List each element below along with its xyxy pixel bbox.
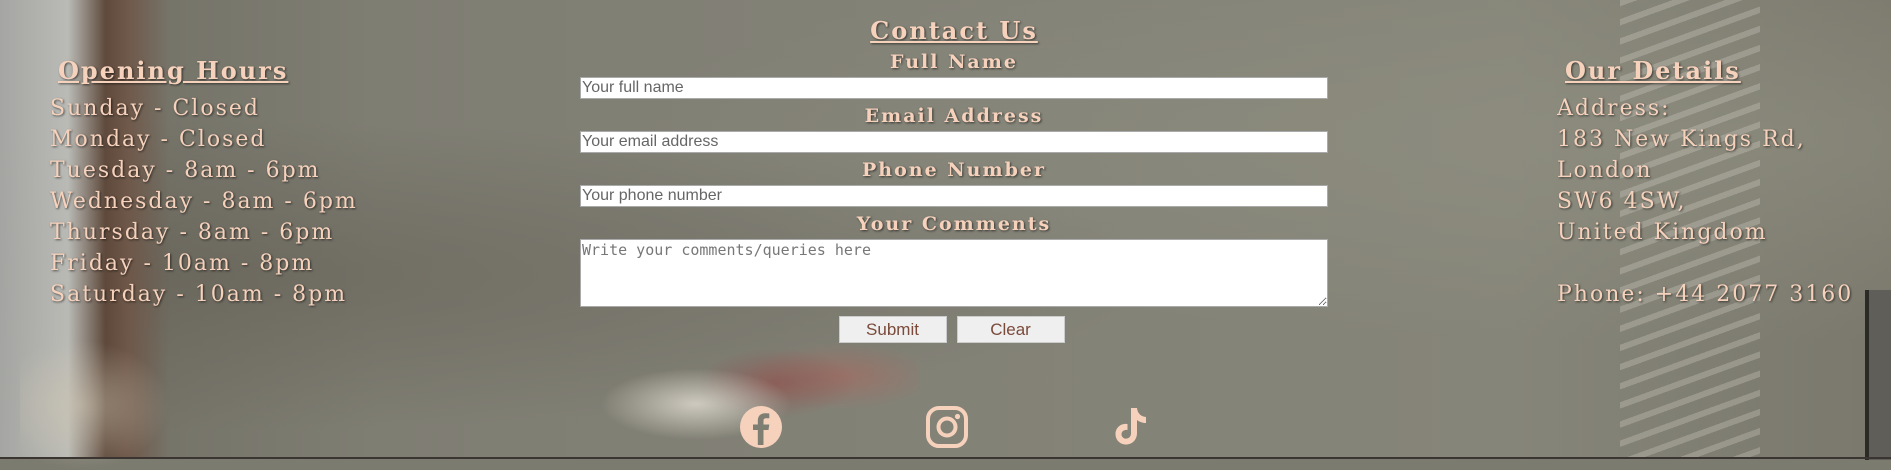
details-list: Address: 183 New Kings Rd, London SW6 4S… <box>1557 93 1853 310</box>
details-spacer <box>1557 248 1853 279</box>
opening-hours-title: Opening Hours <box>58 56 289 85</box>
full-name-label: Full Name <box>890 51 1018 73</box>
instagram-icon[interactable] <box>925 405 969 449</box>
our-details-section: Our Details Address: 183 New Kings Rd, L… <box>1557 56 1853 310</box>
contact-form-section: Contact Us Full Name Email Address Phone… <box>580 16 1328 343</box>
address-line-3: SW6 4SW, <box>1557 189 1687 214</box>
tiktok-icon[interactable] <box>1109 405 1153 449</box>
contact-title: Contact Us <box>870 16 1038 45</box>
social-links <box>0 405 1891 449</box>
phone-label: Phone Number <box>862 159 1046 181</box>
phone-number: Phone: +44 2077 3160 <box>1557 282 1854 307</box>
hours-tuesday: Tuesday - 8am - 6pm <box>50 158 321 183</box>
address-line-2: London <box>1557 158 1653 183</box>
opening-hours-section: Opening Hours Sunday - Closed Monday - C… <box>50 56 358 310</box>
address-line-4: United Kingdom <box>1557 220 1768 245</box>
our-details-title: Our Details <box>1565 56 1741 85</box>
address-label: Address: <box>1557 96 1671 121</box>
clear-button[interactable]: Clear <box>956 316 1065 343</box>
email-label: Email Address <box>864 105 1044 127</box>
full-name-input[interactable] <box>580 77 1328 99</box>
comments-textarea[interactable] <box>580 239 1328 307</box>
comments-label: Your Comments <box>856 213 1052 235</box>
form-buttons: Submit Clear <box>575 316 1328 343</box>
address-line-1: 183 New Kings Rd, <box>1557 127 1806 152</box>
hours-sunday: Sunday - Closed <box>50 96 260 121</box>
opening-hours-list: Sunday - Closed Monday - Closed Tuesday … <box>50 93 358 310</box>
hours-friday: Friday - 10am - 8pm <box>50 251 315 276</box>
email-input[interactable] <box>580 131 1328 153</box>
phone-input[interactable] <box>580 185 1328 207</box>
hours-monday: Monday - Closed <box>50 127 267 152</box>
facebook-icon[interactable] <box>739 405 783 449</box>
hours-wednesday: Wednesday - 8am - 6pm <box>50 189 358 214</box>
submit-button[interactable]: Submit <box>838 316 947 343</box>
hours-thursday: Thursday - 8am - 6pm <box>50 220 335 245</box>
hours-saturday: Saturday - 10am - 8pm <box>50 282 348 307</box>
